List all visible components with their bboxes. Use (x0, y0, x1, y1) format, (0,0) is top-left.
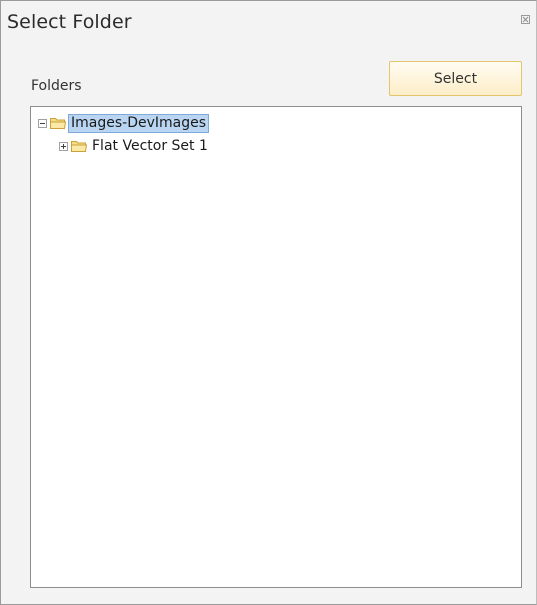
close-icon[interactable] (520, 14, 530, 24)
tree-node-images-devimages[interactable]: Images-DevImages (38, 113, 210, 133)
folder-icon (71, 141, 87, 152)
tree-node-label[interactable]: Images-DevImages (67, 113, 210, 133)
expand-icon[interactable] (59, 141, 68, 151)
folder-open-icon (50, 118, 66, 129)
folders-label: Folders (31, 78, 82, 94)
tree-node-flat-vector-set-1[interactable]: Flat Vector Set 1 (59, 137, 210, 155)
title-bar: Select Folder (1, 1, 536, 35)
collapse-icon[interactable] (38, 118, 47, 128)
select-button[interactable]: Select (389, 61, 522, 96)
select-folder-dialog: Select Folder Folders Select Images-DevI… (0, 0, 537, 605)
folder-tree[interactable]: Images-DevImages Flat Vector Set 1 (30, 106, 522, 588)
dialog-title: Select Folder (7, 11, 132, 33)
tree-node-label[interactable]: Flat Vector Set 1 (90, 138, 210, 155)
